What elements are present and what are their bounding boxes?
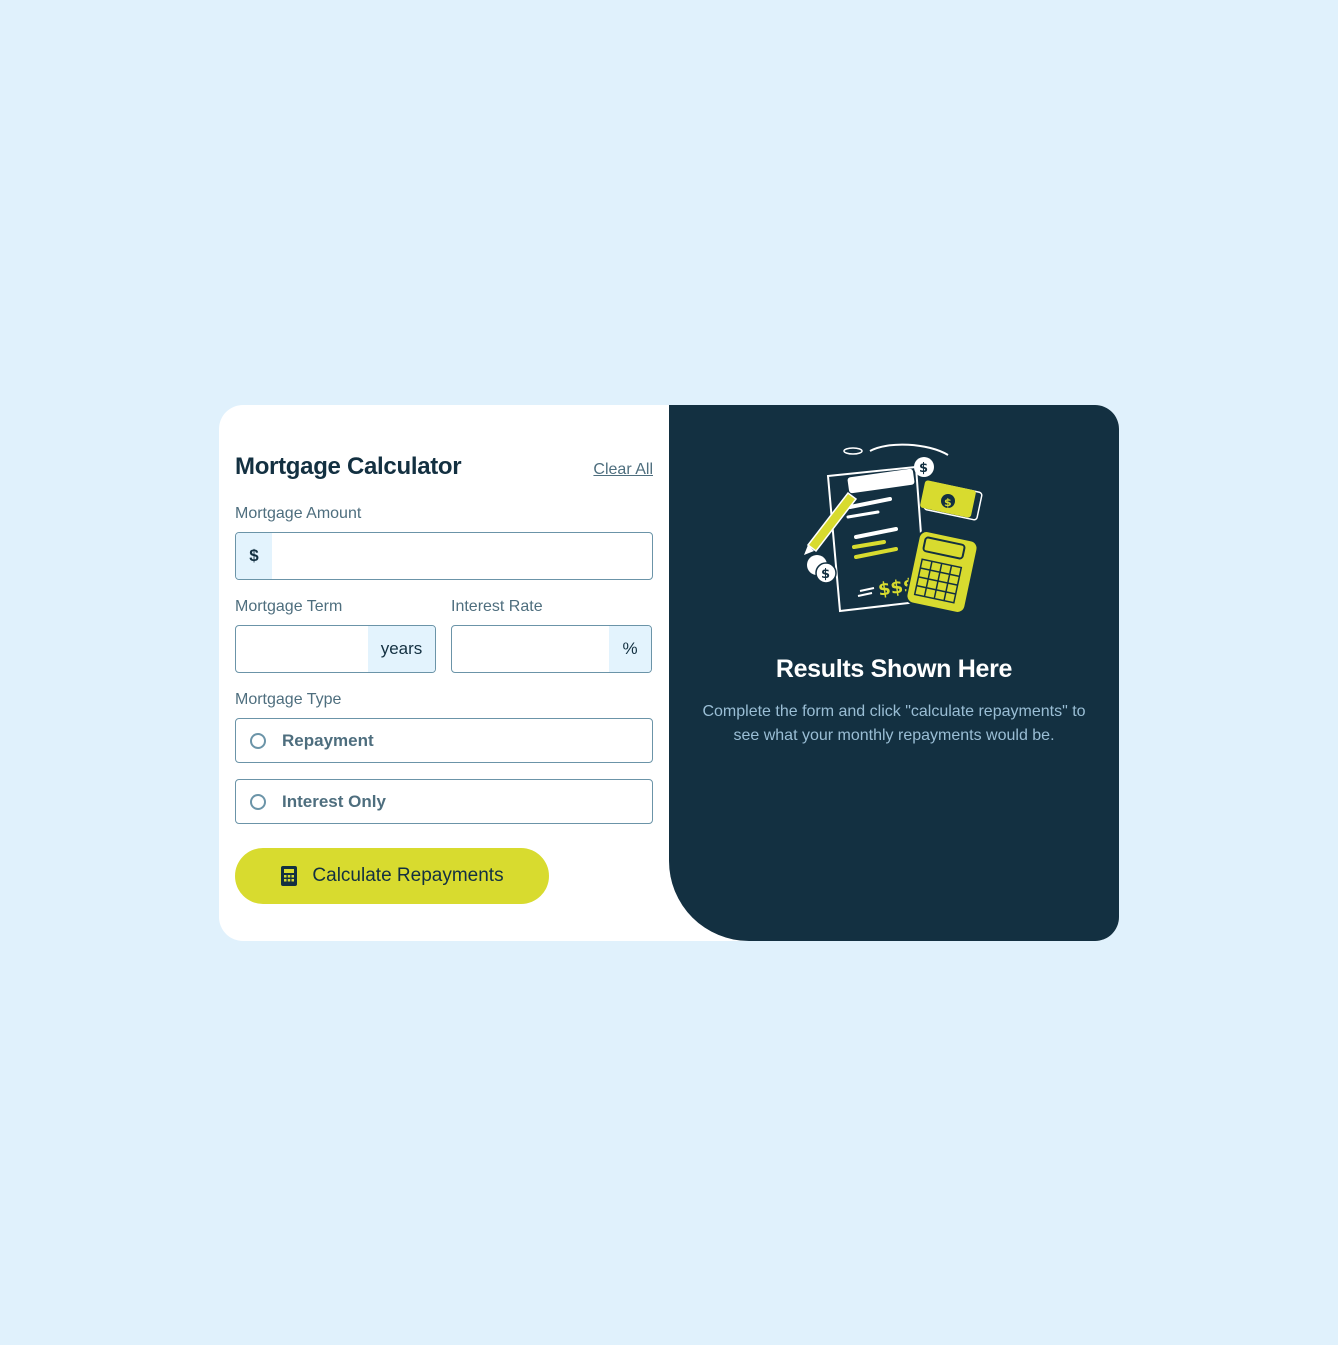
radio-option-repayment[interactable]: Repayment <box>235 718 653 763</box>
svg-text:$: $ <box>944 496 952 509</box>
results-title: Results Shown Here <box>775 655 1013 683</box>
years-suffix: years <box>368 626 435 672</box>
radio-label-repayment: Repayment <box>282 730 374 750</box>
empty-results-illustration: $$$ $ $ $ <box>804 443 983 614</box>
mortgage-term-label: Mortgage Term <box>235 598 343 615</box>
mortgage-calculator-card: Mortgage Calculator Clear All Mortgage A… <box>219 405 1119 941</box>
currency-prefix: $ <box>236 533 272 579</box>
svg-text:$: $ <box>821 567 830 582</box>
radio-circle-icon[interactable] <box>250 793 266 810</box>
mortgage-amount-label: Mortgage Amount <box>235 505 362 522</box>
page-title: Mortgage Calculator <box>235 453 462 480</box>
interest-rate-label: Interest Rate <box>451 598 543 615</box>
radio-option-interest-only[interactable]: Interest Only <box>235 779 653 824</box>
mortgage-term-group: Mortgage Term years <box>235 598 437 673</box>
mortgage-term-wrapper: years <box>235 625 436 673</box>
interest-rate-wrapper: % <box>451 625 652 673</box>
radio-label-interest-only: Interest Only <box>282 791 386 811</box>
svg-text:$: $ <box>919 461 928 476</box>
calculate-button-label: Calculate Repayments <box>312 865 504 886</box>
interest-rate-group: Interest Rate % <box>451 598 653 673</box>
mortgage-term-input[interactable] <box>236 626 368 672</box>
term-rate-row: Mortgage Term years Interest Rate % <box>235 598 653 673</box>
calculate-repayments-button[interactable]: Calculate Repayments <box>235 848 549 904</box>
mortgage-type-label: Mortgage Type <box>235 691 342 708</box>
results-description: Complete the form and click "calculate r… <box>702 703 1086 744</box>
calculator-icon <box>281 866 298 886</box>
form-header: Mortgage Calculator Clear All <box>235 453 653 481</box>
mortgage-amount-group: Mortgage Amount $ <box>235 505 653 580</box>
mortgage-amount-input[interactable] <box>272 533 652 579</box>
interest-rate-input[interactable] <box>452 626 609 672</box>
results-panel: $$$ $ $ $ Results Shown Here Complete th… <box>669 405 1119 941</box>
clear-all-link[interactable]: Clear All <box>593 461 653 479</box>
percent-suffix: % <box>609 626 651 672</box>
form-panel: Mortgage Calculator Clear All Mortgage A… <box>219 405 669 941</box>
mortgage-amount-wrapper: $ <box>235 532 653 580</box>
mortgage-type-group: Mortgage Type Repayment Interest Only <box>235 691 653 824</box>
radio-circle-icon[interactable] <box>250 732 266 749</box>
